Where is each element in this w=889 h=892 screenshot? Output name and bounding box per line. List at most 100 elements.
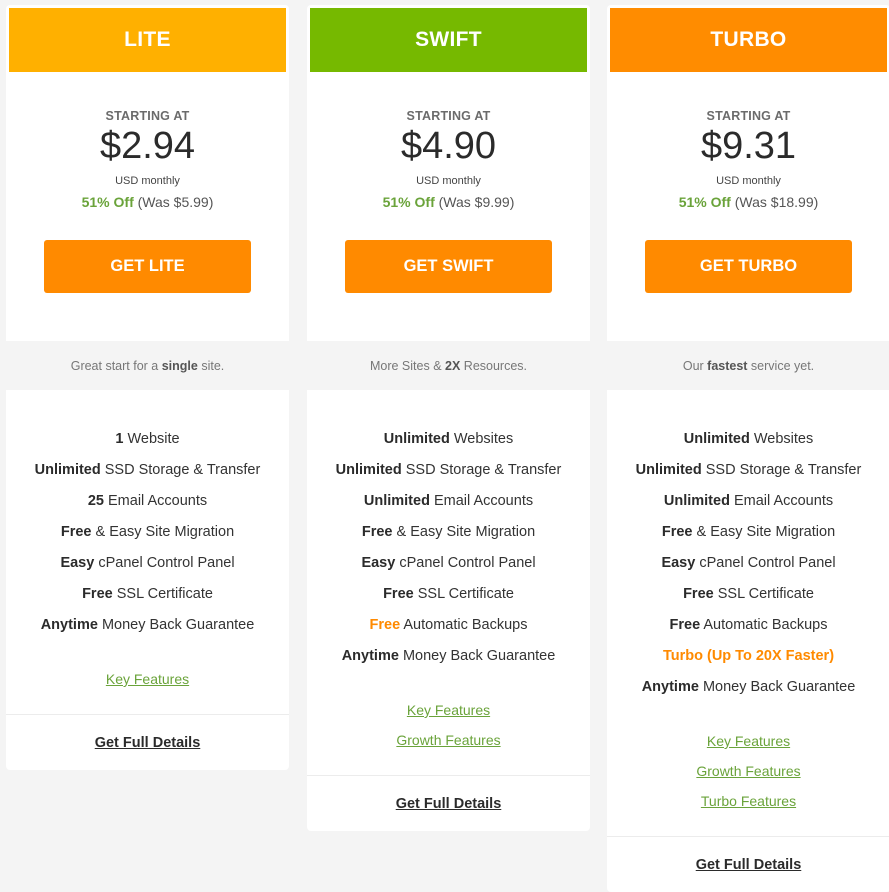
plan-tagline: Great start for a single site.: [5, 341, 290, 390]
feature-text: cPanel Control Panel: [395, 555, 536, 571]
was-prefix: (Was: [137, 194, 174, 210]
feature-link-key-features[interactable]: Key Features: [607, 726, 889, 756]
feature-bold: Free: [669, 617, 701, 633]
feature-bold: Easy: [361, 555, 396, 571]
feature-item: Easy cPanel Control Panel: [307, 548, 590, 579]
feature-text: SSD Storage & Transfer: [100, 462, 261, 478]
billing-period: USD monthly: [115, 175, 180, 187]
feature-item: Unlimited SSD Storage & Transfer: [607, 455, 889, 486]
feature-bold: Free: [661, 524, 693, 540]
feature-bold: Anytime: [641, 679, 699, 695]
get-full-details-link[interactable]: Get Full Details: [6, 715, 289, 770]
price-block: STARTING AT $9.31 USD monthly 51% Off (W…: [607, 72, 889, 341]
tagline-pre: Great start for a: [70, 358, 162, 373]
tagline-pre: More Sites &: [369, 358, 446, 373]
feature-text: & Easy Site Migration: [692, 524, 836, 540]
discount-percent: 51% Off: [81, 194, 134, 210]
feature-item: Turbo (Up To 20X Faster): [607, 641, 889, 672]
price-block: STARTING AT $2.94 USD monthly 51% Off (W…: [6, 72, 289, 341]
feature-bold: Unlimited: [635, 462, 702, 478]
billing-period: USD monthly: [716, 175, 781, 187]
feature-link-key-features[interactable]: Key Features: [307, 695, 590, 725]
tagline-post: site.: [197, 358, 225, 373]
tagline-bold: fastest: [707, 358, 748, 373]
plan-tagline: More Sites & 2X Resources.: [306, 341, 591, 390]
feature-bold: Free: [683, 586, 714, 602]
feature-links: Key Features: [6, 641, 289, 714]
price: $4.90: [400, 125, 497, 167]
feature-bold: Easy: [661, 555, 696, 571]
discount-info: 51% Off (Was $18.99): [607, 194, 889, 210]
feature-text: Automatic Backups: [400, 617, 528, 633]
was-suffix: ): [509, 194, 515, 210]
discount-percent: 51% Off: [382, 194, 435, 210]
feature-text: Email Accounts: [103, 493, 208, 509]
feature-item: Free Automatic Backups: [607, 610, 889, 641]
feature-bold: Unlimited: [383, 431, 450, 447]
feature-item: Unlimited Websites: [607, 424, 889, 455]
starting-at-label: STARTING AT: [105, 109, 190, 123]
feature-item: Anytime Money Back Guarantee: [607, 672, 889, 703]
feature-text: Automatic Backups: [700, 617, 828, 633]
feature-link-turbo-features[interactable]: Turbo Features: [607, 786, 889, 816]
feature-link-key-features[interactable]: Key Features: [6, 664, 289, 694]
feature-item: Free SSL Certificate: [607, 579, 889, 610]
feature-item: Anytime Money Back Guarantee: [307, 641, 590, 672]
plan-header: SWIFT: [310, 8, 587, 72]
feature-text: Websites: [449, 431, 514, 447]
was-price-value: $18.99: [770, 194, 814, 210]
discount-info: 51% Off (Was $5.99): [6, 194, 289, 210]
feature-list: 1 Website Unlimited SSD Storage & Transfe…: [6, 390, 289, 641]
feature-list: Unlimited Websites Unlimited SSD Storage …: [607, 390, 889, 703]
feature-bold: Easy: [60, 555, 95, 571]
feature-highlight-text: Turbo (Up To 20X Faster): [662, 648, 835, 664]
feature-text: cPanel Control Panel: [695, 555, 836, 571]
plan-tagline: Our fastest service yet.: [606, 341, 889, 390]
plan-header: TURBO: [610, 8, 887, 72]
feature-text: SSD Storage & Transfer: [701, 462, 862, 478]
feature-bold: Free: [383, 586, 414, 602]
was-suffix: ): [813, 194, 819, 210]
feature-bold: Unlimited: [363, 493, 430, 509]
was-price: (Was $5.99): [138, 194, 214, 210]
tagline-pre: Our: [682, 358, 708, 373]
feature-item: Free & Easy Site Migration: [607, 517, 889, 548]
plan-card-turbo: TURBO STARTING AT $9.31 USD monthly 51% …: [606, 5, 889, 892]
feature-item: Unlimited Email Accounts: [307, 486, 590, 517]
discount-info: 51% Off (Was $9.99): [307, 194, 590, 210]
feature-text: & Easy Site Migration: [392, 524, 536, 540]
feature-item: Free Automatic Backups: [307, 610, 590, 641]
feature-text: Money Back Guarantee: [97, 617, 255, 633]
feature-text: cPanel Control Panel: [94, 555, 235, 571]
get-full-details-link[interactable]: Get Full Details: [607, 837, 889, 892]
feature-text: Website: [123, 431, 180, 447]
feature-bold: Unlimited: [663, 493, 730, 509]
get-full-details-link[interactable]: Get Full Details: [307, 776, 590, 831]
feature-bold: Free: [82, 586, 113, 602]
tagline-bold: single: [161, 358, 198, 373]
feature-item: Unlimited Websites: [307, 424, 590, 455]
discount-percent: 51% Off: [678, 194, 731, 210]
plan-name: LITE: [124, 28, 171, 51]
feature-list: Unlimited Websites Unlimited SSD Storage …: [307, 390, 590, 672]
feature-item: Free SSL Certificate: [307, 579, 590, 610]
feature-item: Unlimited SSD Storage & Transfer: [307, 455, 590, 486]
feature-bold: Anytime: [341, 648, 399, 664]
feature-text: SSL Certificate: [112, 586, 213, 602]
was-suffix: ): [208, 194, 214, 210]
feature-text: Money Back Guarantee: [698, 679, 856, 695]
feature-item: Anytime Money Back Guarantee: [6, 610, 289, 641]
get-turbo-button[interactable]: GET TURBO: [645, 240, 852, 293]
feature-item: Unlimited Email Accounts: [607, 486, 889, 517]
feature-item: 25 Email Accounts: [6, 486, 289, 517]
tagline-post: service yet.: [747, 358, 815, 373]
get-swift-button[interactable]: GET SWIFT: [345, 240, 552, 293]
feature-link-growth-features[interactable]: Growth Features: [307, 725, 590, 755]
was-prefix: (Was: [734, 194, 771, 210]
plan-header: LITE: [9, 8, 286, 72]
feature-link-growth-features[interactable]: Growth Features: [607, 756, 889, 786]
feature-item: Easy cPanel Control Panel: [6, 548, 289, 579]
plan-name: TURBO: [710, 28, 787, 51]
get-lite-button[interactable]: GET LITE: [44, 240, 251, 293]
tagline-bold: 2X: [445, 358, 461, 373]
